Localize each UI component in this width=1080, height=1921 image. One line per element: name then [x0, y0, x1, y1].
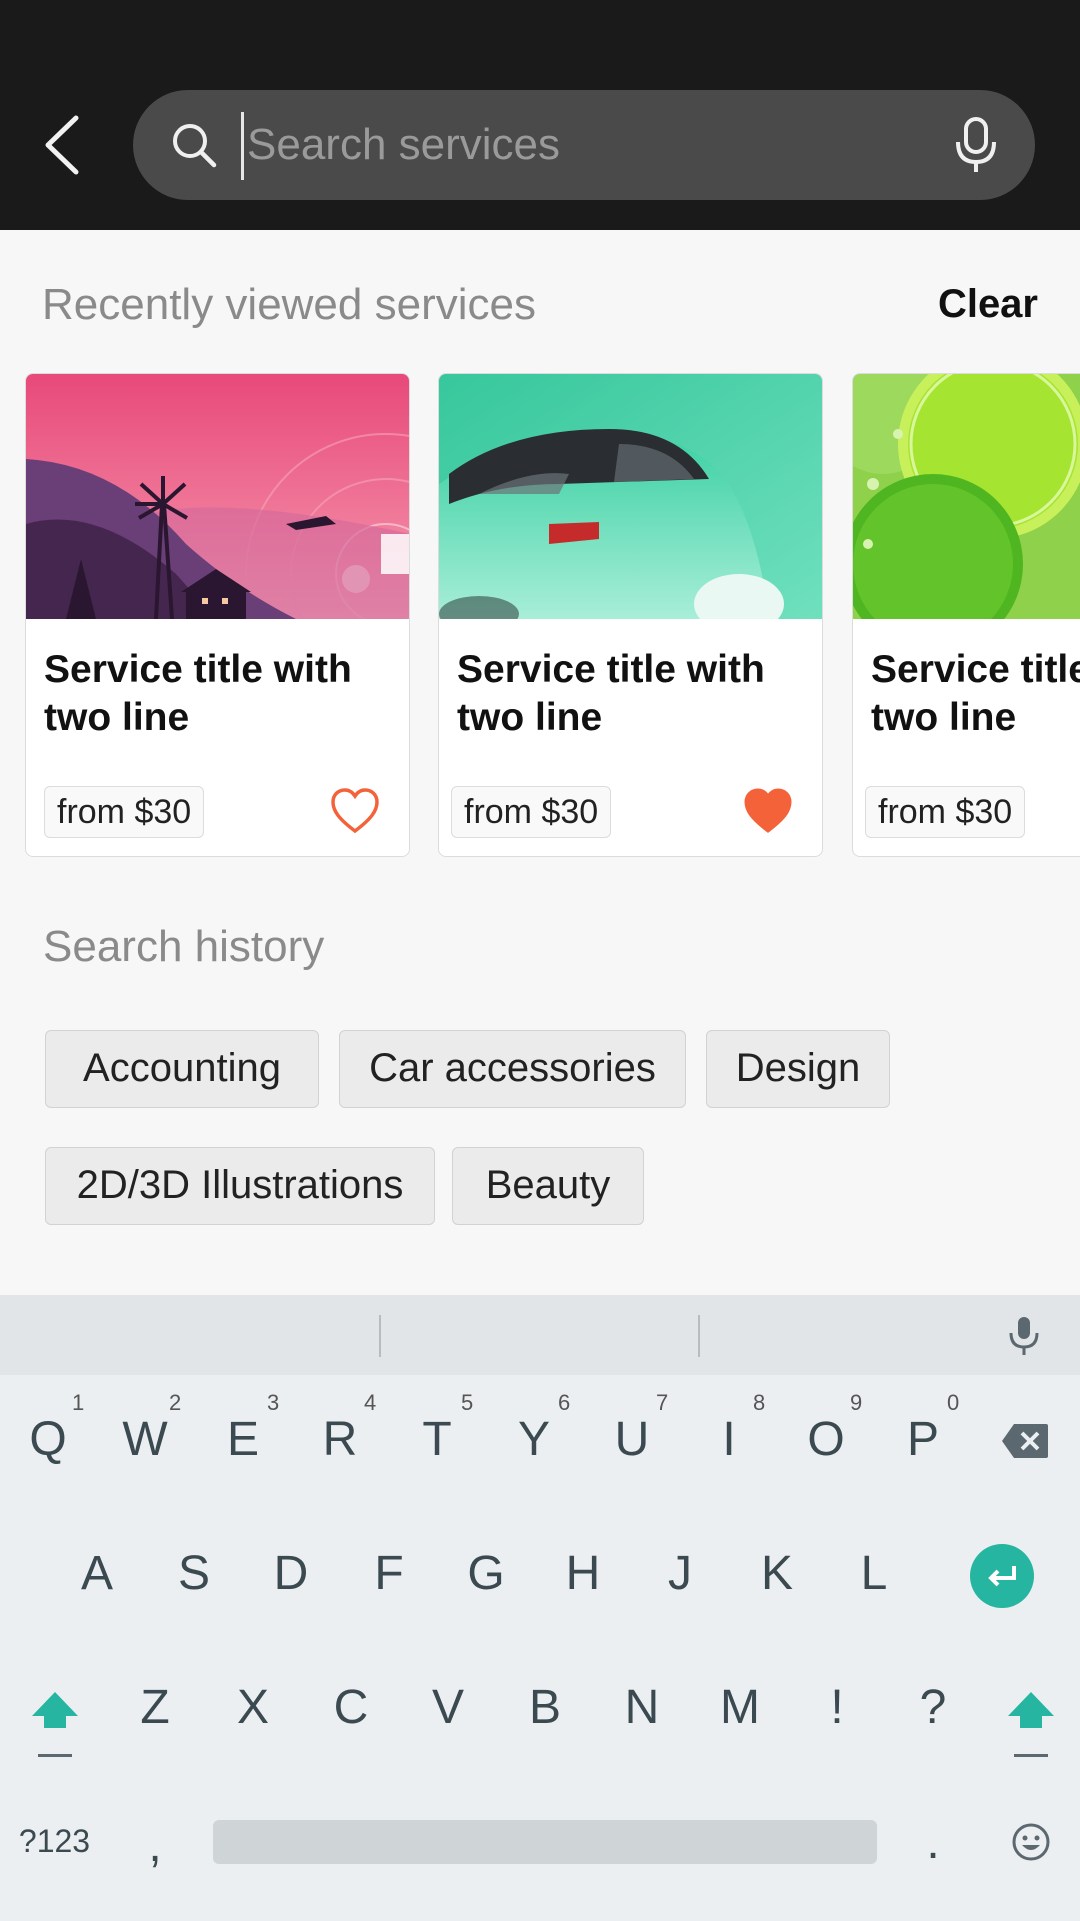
enter-arrow-icon — [988, 1566, 1016, 1587]
key-hint-number: 7 — [656, 1390, 669, 1415]
search-bar[interactable] — [133, 90, 1035, 200]
history-chip-beauty[interactable]: Beauty — [452, 1147, 644, 1225]
suggestion-divider — [698, 1315, 700, 1357]
key-hint-number: 6 — [558, 1390, 571, 1415]
microphone-icon[interactable] — [951, 116, 1001, 174]
price-badge: from $30 — [44, 786, 205, 838]
search-history-title: Search history — [43, 922, 325, 971]
backspace-icon[interactable] — [1000, 1422, 1050, 1460]
back-button[interactable] — [38, 110, 88, 180]
comma-key[interactable]: , — [120, 1818, 190, 1873]
service-title: Service title with two line — [44, 648, 352, 739]
suggestion-bar — [0, 1295, 1080, 1375]
key-u[interactable]: U — [597, 1412, 667, 1467]
key-e[interactable]: E — [208, 1412, 278, 1467]
period-key[interactable]: . — [898, 1815, 968, 1870]
key-hint-number: 2 — [169, 1390, 182, 1415]
service-card[interactable]: Service title with two line from $30 — [438, 373, 823, 857]
search-icon — [173, 124, 217, 168]
key-question[interactable]: ? — [898, 1680, 968, 1735]
search-input[interactable] — [247, 110, 887, 180]
key-a[interactable]: A — [62, 1546, 132, 1601]
key-hint-number: 4 — [364, 1390, 377, 1415]
service-title: Service title with two line — [871, 648, 1080, 739]
shift-left-icon[interactable] — [30, 1690, 80, 1760]
recently-viewed-title: Recently viewed services — [42, 280, 536, 329]
history-chip-illustrations[interactable]: 2D/3D Illustrations — [45, 1147, 435, 1225]
key-m[interactable]: M — [705, 1680, 775, 1735]
service-card[interactable]: Service title with two line from $30 — [25, 373, 410, 857]
heart-filled-icon[interactable] — [742, 786, 794, 836]
key-c[interactable]: C — [316, 1680, 386, 1735]
key-n[interactable]: N — [607, 1680, 677, 1735]
keyboard-mic-icon[interactable] — [1006, 1315, 1042, 1357]
enter-button[interactable] — [970, 1544, 1034, 1608]
heart-outline-icon[interactable] — [329, 786, 381, 836]
emoji-icon[interactable] — [1011, 1822, 1051, 1862]
service-card[interactable]: Service title with two line from $30 — [852, 373, 1080, 857]
key-exclamation[interactable]: ! — [802, 1680, 872, 1735]
service-image-lime — [853, 374, 1080, 619]
key-k[interactable]: K — [742, 1546, 812, 1601]
shift-right-icon[interactable] — [1006, 1690, 1056, 1760]
service-image-landscape — [26, 374, 409, 619]
key-hint-number: 0 — [947, 1390, 960, 1415]
key-s[interactable]: S — [159, 1546, 229, 1601]
key-hint-number: 3 — [267, 1390, 280, 1415]
key-g[interactable]: G — [451, 1546, 521, 1601]
key-x[interactable]: X — [218, 1680, 288, 1735]
key-v[interactable]: V — [413, 1680, 483, 1735]
service-title: Service title with two line — [457, 648, 765, 739]
suggestion-divider — [379, 1315, 381, 1357]
back-arrow-icon — [45, 115, 79, 175]
key-w[interactable]: W — [110, 1412, 180, 1467]
key-t[interactable]: T — [402, 1412, 472, 1467]
key-o[interactable]: O — [791, 1412, 861, 1467]
key-z[interactable]: Z — [120, 1680, 190, 1735]
price-badge: from $30 — [451, 786, 612, 838]
history-chip-design[interactable]: Design — [706, 1030, 890, 1108]
text-caret — [241, 112, 244, 180]
key-hint-number: 8 — [753, 1390, 766, 1415]
key-p[interactable]: P — [888, 1412, 958, 1467]
key-y[interactable]: Y — [499, 1412, 569, 1467]
price-badge: from $30 — [865, 786, 1026, 838]
space-bar[interactable] — [213, 1820, 877, 1864]
symbols-key[interactable]: ?123 — [12, 1823, 97, 1860]
key-hint-number: 9 — [850, 1390, 863, 1415]
key-i[interactable]: I — [694, 1412, 764, 1467]
recently-viewed-carousel[interactable]: Service title with two line from $30 Ser… — [0, 373, 1080, 858]
key-j[interactable]: J — [645, 1546, 715, 1601]
clear-button[interactable]: Clear — [938, 282, 1038, 327]
top-app-bar — [0, 0, 1080, 230]
key-r[interactable]: R — [305, 1412, 375, 1467]
key-h[interactable]: H — [548, 1546, 618, 1601]
key-hint-number: 5 — [461, 1390, 474, 1415]
history-chip-car-accessories[interactable]: Car accessories — [339, 1030, 686, 1108]
key-b[interactable]: B — [510, 1680, 580, 1735]
key-d[interactable]: D — [256, 1546, 326, 1601]
service-image-car — [439, 374, 822, 619]
key-l[interactable]: L — [839, 1546, 909, 1601]
key-hint-number: 1 — [72, 1390, 85, 1415]
history-chip-accounting[interactable]: Accounting — [45, 1030, 319, 1108]
key-f[interactable]: F — [354, 1546, 424, 1601]
key-q[interactable]: Q — [13, 1412, 83, 1467]
